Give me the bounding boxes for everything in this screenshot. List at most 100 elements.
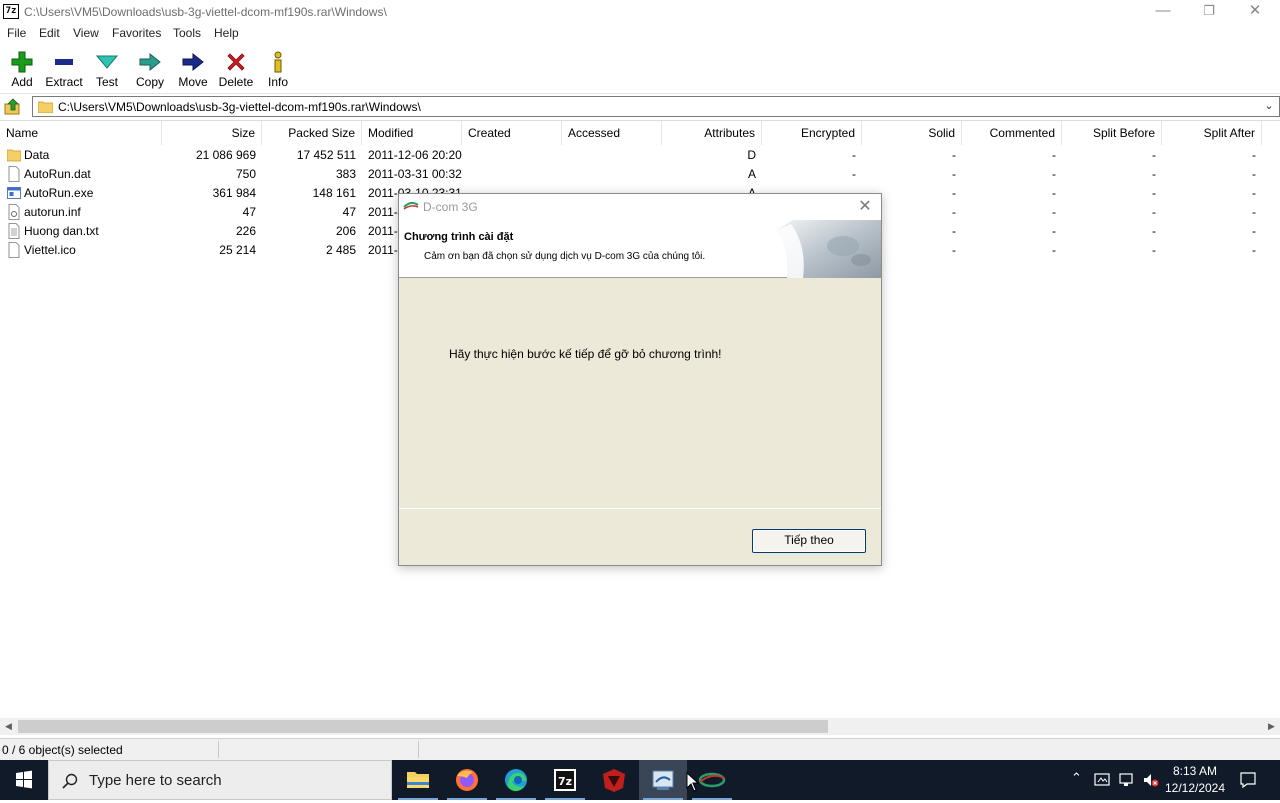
7zip-icon: 7z (554, 769, 576, 791)
menu-tools[interactable]: Tools (173, 26, 201, 40)
svg-text:7z: 7z (558, 775, 572, 788)
file-packed-size: 47 (342, 205, 356, 219)
file-solid: - (952, 167, 956, 181)
column-header-commented[interactable]: Commented (962, 121, 1062, 145)
info-label: Info (267, 75, 288, 89)
network-icon[interactable] (1118, 772, 1136, 788)
taskbar-file-explorer[interactable] (394, 760, 442, 800)
firefox-icon (456, 769, 478, 791)
status-divider (418, 741, 419, 758)
table-row[interactable]: Data 21 086 969 17 452 511 2011-12-06 20… (0, 146, 1280, 165)
up-folder-icon[interactable] (4, 98, 22, 116)
file-size: 226 (235, 224, 256, 238)
clock-date: 12/12/2024 (1164, 781, 1226, 795)
volume-muted-icon[interactable] (1142, 772, 1160, 788)
taskbar-red-app[interactable] (590, 760, 638, 800)
dialog-title-bar: D-com 3G ✕ (399, 194, 881, 220)
restore-button[interactable]: ❐ (1186, 0, 1232, 24)
file-commented: - (1052, 148, 1056, 162)
next-button[interactable]: Tiếp theo (752, 529, 866, 553)
table-row[interactable]: AutoRun.dat 750 383 2011-03-31 00:32 A -… (0, 165, 1280, 184)
column-header-name[interactable]: Name (0, 121, 162, 145)
windows-start-icon[interactable] (0, 760, 48, 800)
column-header-split-after[interactable]: Split After (1162, 121, 1262, 145)
info-button[interactable]: Info (256, 46, 300, 92)
file-name: Viettel.ico (24, 243, 76, 257)
file-modified: 2011-12-06 20:20 (368, 148, 462, 162)
column-header-modified[interactable]: Modified (362, 121, 462, 145)
minimize-button[interactable]: — (1140, 0, 1186, 24)
show-hidden-icons[interactable]: ⌃ (1071, 770, 1082, 786)
test-icon (95, 55, 119, 69)
copy-icon (139, 52, 161, 72)
file-icon (8, 166, 20, 182)
menu-edit[interactable]: Edit (39, 26, 60, 40)
column-header-attributes[interactable]: Attributes (662, 121, 762, 145)
taskbar: Type here to search 7z ⌃ 8:13 AM 12/12/2… (0, 760, 1280, 800)
file-packed-size: 383 (335, 167, 356, 181)
file-split-after: - (1252, 243, 1256, 257)
taskbar-edge[interactable] (492, 760, 540, 800)
address-field[interactable]: C:\Users\VM5\Downloads\usb-3g-viettel-dc… (32, 96, 1280, 117)
file-split-before: - (1152, 205, 1156, 219)
scrollbar-thumb[interactable] (18, 720, 828, 733)
file-size: 750 (235, 167, 256, 181)
column-header-size[interactable]: Size (162, 121, 262, 145)
scroll-right-icon[interactable]: ▶ (1263, 718, 1280, 735)
file-modified: 2011-03-31 00:32 (368, 167, 462, 181)
taskbar-7zip[interactable]: 7z (541, 760, 589, 800)
move-icon (182, 52, 204, 72)
file-split-after: - (1252, 148, 1256, 162)
file-modified: 2011- (368, 224, 398, 238)
chevron-down-icon[interactable]: ⌄ (1261, 98, 1277, 115)
file-name: AutoRun.exe (24, 186, 94, 200)
file-attributes: A (747, 167, 756, 181)
dcom-logo-icon (403, 201, 419, 210)
address-path: C:\Users\VM5\Downloads\usb-3g-viettel-dc… (58, 100, 421, 114)
action-center-device-icon[interactable] (1094, 772, 1110, 788)
menu-file[interactable]: File (7, 26, 26, 40)
close-button[interactable]: ✕ (1232, 0, 1278, 24)
selection-status: 0 / 6 object(s) selected (2, 743, 123, 757)
taskbar-setup-app[interactable] (639, 760, 687, 800)
file-commented: - (1052, 224, 1056, 238)
dialog-header-title: Chương trình cài đặt (404, 231, 514, 243)
horizontal-scrollbar[interactable]: ◀ ▶ (0, 718, 1280, 735)
column-header-created[interactable]: Created (462, 121, 562, 145)
dialog-close-icon[interactable]: ✕ (855, 197, 875, 217)
taskbar-firefox[interactable] (443, 760, 491, 800)
address-row: C:\Users\VM5\Downloads\usb-3g-viettel-dc… (0, 96, 1280, 118)
column-header-split-before[interactable]: Split Before (1062, 121, 1162, 145)
file-split-after: - (1252, 186, 1256, 200)
column-header-encrypted[interactable]: Encrypted (762, 121, 862, 145)
exe-file-icon (7, 187, 21, 199)
notifications-icon[interactable] (1239, 771, 1257, 789)
toolbar: Add Extract Test Copy Move Delete Info (0, 44, 1280, 94)
info-icon (274, 51, 282, 73)
file-name: Data (24, 148, 50, 162)
file-explorer-icon (407, 772, 429, 788)
taskbar-clock[interactable]: 8:13 AM 12/12/2024 (1160, 763, 1230, 797)
menu-favorites[interactable]: Favorites (112, 26, 161, 40)
file-modified: 2011- (368, 243, 398, 257)
delete-icon (227, 53, 245, 71)
file-split-before: - (1152, 224, 1156, 238)
column-header-packed-size[interactable]: Packed Size (262, 121, 362, 145)
settings-file-icon (8, 204, 20, 220)
file-size: 21 086 969 (195, 148, 256, 162)
extract-icon (55, 59, 73, 65)
file-modified: 2011- (368, 205, 398, 219)
column-header-accessed[interactable]: Accessed (562, 121, 662, 145)
file-commented: - (1052, 205, 1056, 219)
scroll-left-icon[interactable]: ◀ (0, 718, 17, 735)
taskbar-search[interactable]: Type here to search (48, 760, 392, 800)
dialog-title: D-com 3G (423, 200, 478, 214)
file-split-after: - (1252, 205, 1256, 219)
file-encrypted: - (852, 148, 856, 162)
header-banner-image (777, 220, 881, 278)
folder-icon (38, 101, 53, 113)
menu-view[interactable]: View (73, 26, 99, 40)
file-commented: - (1052, 186, 1056, 200)
menu-help[interactable]: Help (214, 26, 239, 40)
column-header-solid[interactable]: Solid (862, 121, 962, 145)
